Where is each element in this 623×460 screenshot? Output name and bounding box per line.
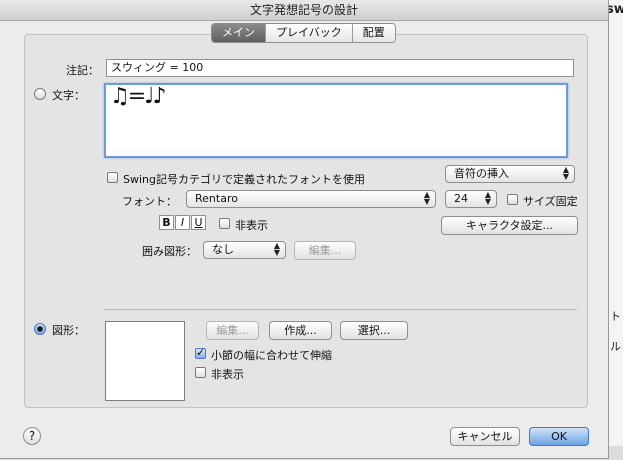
font-size-popup[interactable]: 24 ▲ ▼ xyxy=(445,190,497,208)
frame-value: なし xyxy=(212,243,234,256)
text-content-area[interactable]: ♫=♩♪ xyxy=(104,83,568,158)
character-settings-button[interactable]: キャラクタ設定... xyxy=(441,216,578,235)
text-radio-label: 文字： xyxy=(52,89,85,102)
background-text: ル xyxy=(610,340,621,353)
dialog-title: 文字発想記号の設計 xyxy=(0,0,608,21)
background-window xyxy=(608,0,623,460)
tab-playback[interactable]: プレイバック xyxy=(266,24,353,42)
frame-popup[interactable]: なし ▲ ▼ xyxy=(203,241,286,259)
font-popup[interactable]: Rentaro ▲ ▼ xyxy=(186,190,436,208)
shape-radio[interactable] xyxy=(34,323,46,335)
help-button[interactable]: ? xyxy=(23,427,41,445)
shape-preview xyxy=(105,321,185,401)
background-text: ト xyxy=(610,310,621,323)
underline-button[interactable]: U xyxy=(191,215,206,230)
hide-text-label: 非表示 xyxy=(235,219,268,232)
bold-button[interactable]: B xyxy=(159,215,174,230)
shape-select-button[interactable]: 選択... xyxy=(340,321,408,340)
ok-button[interactable]: OK xyxy=(529,427,589,446)
tab-position[interactable]: 配置 xyxy=(352,24,395,42)
tab-bar: メイン プレイバック 配置 xyxy=(211,23,396,43)
popup-arrows-icon: ▲ ▼ xyxy=(423,190,430,206)
italic-button[interactable]: I xyxy=(175,215,190,230)
cancel-button[interactable]: キャンセル xyxy=(450,427,520,446)
music-notes-text: ♫=♩♪ xyxy=(110,84,167,109)
font-label: フォント： xyxy=(122,195,177,208)
annotation-input[interactable]: スウィング = 100 xyxy=(106,59,574,77)
hide-text-checkbox[interactable] xyxy=(219,218,230,229)
insert-note-popup[interactable]: 音符の挿入 ▲ ▼ xyxy=(445,165,575,183)
swing-font-label: Swing記号カテゴリで定義されたフォントを使用 xyxy=(123,173,365,186)
shape-edit-button[interactable]: 編集... xyxy=(206,321,259,340)
fixed-size-label: サイズ固定 xyxy=(523,195,578,208)
frame-edit-button[interactable]: 編集... xyxy=(294,241,356,260)
text-radio[interactable] xyxy=(34,88,46,100)
shape-radio-label: 図形： xyxy=(52,324,85,337)
frame-label: 囲み図形： xyxy=(142,245,197,258)
fixed-size-checkbox[interactable] xyxy=(507,194,518,205)
hide-shape-label: 非表示 xyxy=(211,368,244,381)
popup-arrows-icon: ▲ ▼ xyxy=(484,190,491,206)
swing-font-checkbox[interactable] xyxy=(107,172,118,183)
fit-measure-label: 小節の幅に合わせて伸縮 xyxy=(211,349,332,362)
annotation-label: 注記： xyxy=(66,64,99,77)
popup-arrows-icon: ▲ ▼ xyxy=(562,165,569,181)
section-divider xyxy=(104,309,577,310)
fit-measure-checkbox[interactable] xyxy=(195,346,206,359)
font-size-value: 24 xyxy=(454,192,468,205)
tab-main[interactable]: メイン xyxy=(212,24,266,42)
expression-design-dialog: 文字発想記号の設計 メイン プレイバック 配置 注記： スウィング = 100 … xyxy=(0,0,609,459)
popup-arrows-icon: ▲ ▼ xyxy=(273,241,280,257)
hide-shape-checkbox[interactable] xyxy=(195,367,206,378)
insert-note-value: 音符の挿入 xyxy=(454,167,509,180)
font-value: Rentaro xyxy=(195,192,238,205)
shape-create-button[interactable]: 作成... xyxy=(269,321,332,340)
